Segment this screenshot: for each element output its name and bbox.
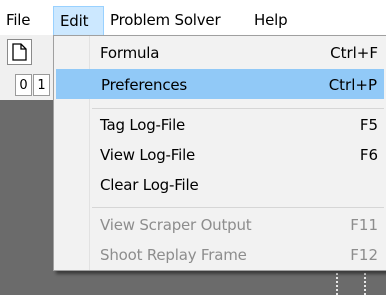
tab-1[interactable]: 1 bbox=[33, 74, 50, 96]
edit-menu-dropdown: Formula Ctrl+F Preferences Ctrl+P Tag Lo… bbox=[53, 35, 386, 271]
menu-item-shortcut: Ctrl+F bbox=[330, 44, 378, 62]
tab-0[interactable]: 0 bbox=[15, 74, 32, 96]
menu-item-label: View Scraper Output bbox=[100, 216, 252, 234]
menu-item-label: Preferences bbox=[101, 76, 188, 94]
menu-item-shortcut: F11 bbox=[350, 216, 378, 234]
menu-item-formula[interactable]: Formula Ctrl+F bbox=[56, 38, 384, 68]
menu-separator bbox=[92, 207, 384, 208]
menu-item-label: Clear Log-File bbox=[100, 176, 199, 194]
menu-item-shortcut: F5 bbox=[359, 116, 378, 134]
menu-bar: File Edit Problem Solver Help bbox=[0, 0, 386, 36]
menu-item-label: Formula bbox=[100, 44, 160, 62]
new-file-button[interactable] bbox=[7, 39, 32, 65]
menu-item-clear-log-file[interactable]: Clear Log-File bbox=[56, 170, 384, 200]
menu-problem-solver[interactable]: Problem Solver bbox=[104, 7, 226, 33]
menu-item-view-scraper-output: View Scraper Output F11 bbox=[56, 210, 384, 240]
menu-item-shortcut: F6 bbox=[359, 146, 378, 164]
menu-item-label: Shoot Replay Frame bbox=[100, 246, 247, 264]
menu-item-shortcut: F12 bbox=[350, 246, 378, 264]
menu-file[interactable]: File bbox=[6, 7, 40, 33]
menu-edit[interactable]: Edit bbox=[53, 6, 104, 36]
menu-item-label: View Log-File bbox=[100, 146, 196, 164]
menu-item-label: Tag Log-File bbox=[100, 116, 186, 134]
menu-item-preferences[interactable]: Preferences Ctrl+P bbox=[56, 69, 384, 99]
menu-separator bbox=[92, 108, 384, 109]
menu-item-tag-log-file[interactable]: Tag Log-File F5 bbox=[56, 110, 384, 140]
menu-help[interactable]: Help bbox=[248, 7, 293, 33]
menu-item-shoot-replay-frame: Shoot Replay Frame F12 bbox=[56, 240, 384, 270]
menu-item-view-log-file[interactable]: View Log-File F6 bbox=[56, 140, 384, 170]
menu-item-shortcut: Ctrl+P bbox=[328, 76, 377, 94]
new-file-icon bbox=[12, 43, 27, 61]
